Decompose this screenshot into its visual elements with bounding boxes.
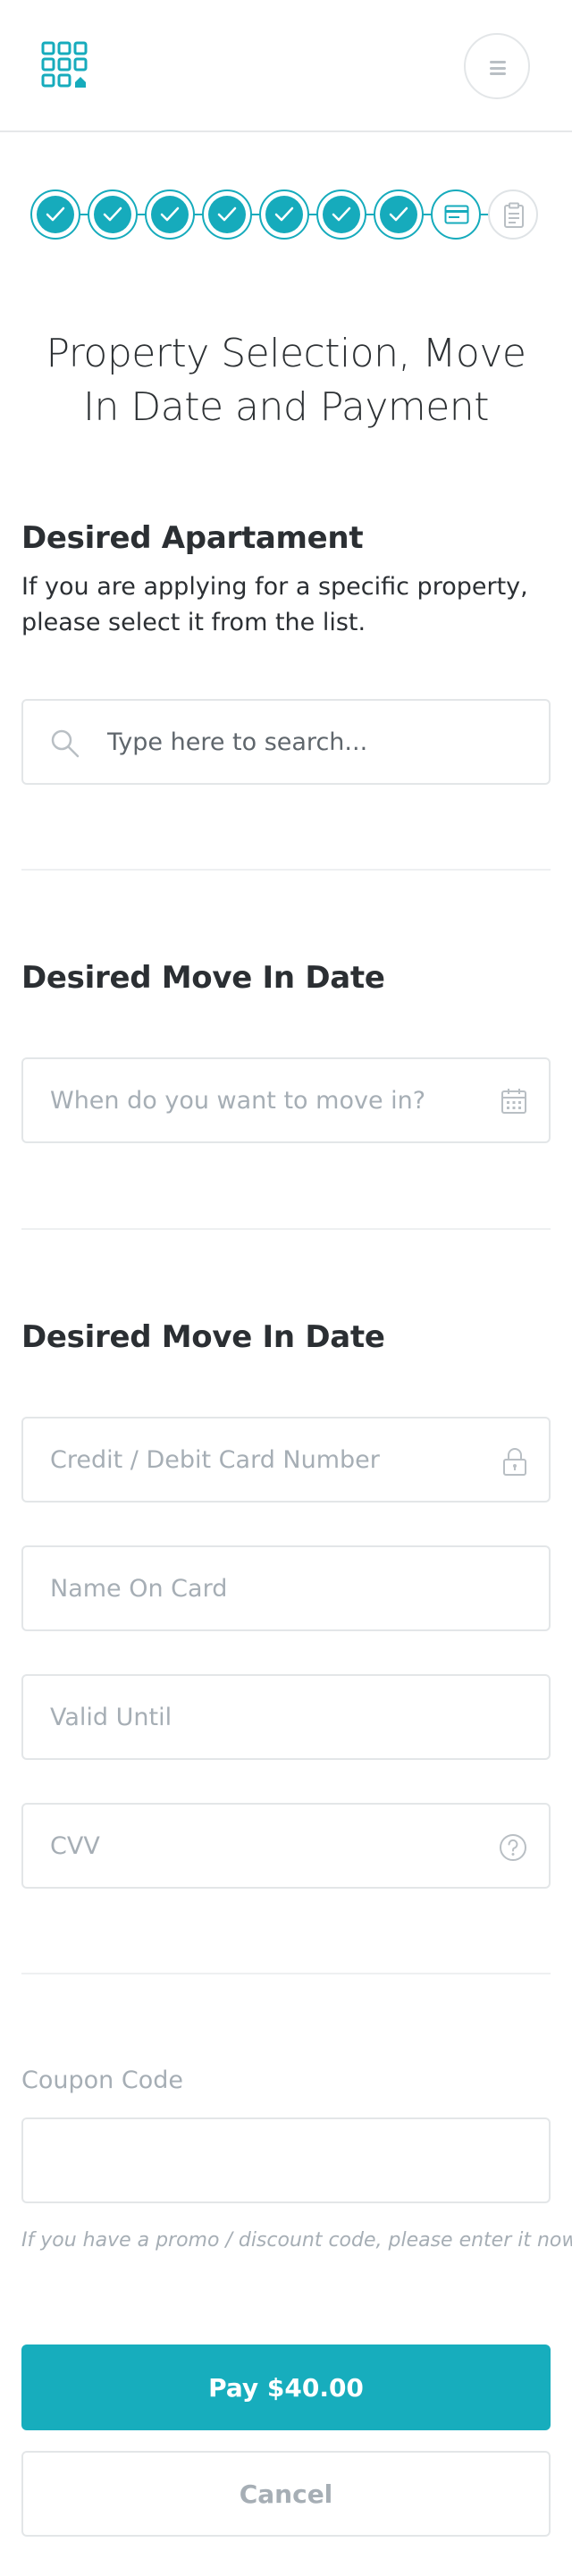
- step-4-completed[interactable]: [202, 189, 252, 240]
- lock-icon: [503, 1448, 526, 1476]
- name-on-card-input[interactable]: [50, 1547, 479, 1629]
- step-9-pending[interactable]: [488, 189, 538, 240]
- coupon-field: [21, 2117, 551, 2203]
- move-in-heading: Desired Move In Date: [21, 960, 385, 996]
- property-search-input[interactable]: [107, 701, 536, 783]
- page-title: Property Selection, Move In Date and Pay…: [46, 331, 526, 430]
- clipboard-icon: [504, 202, 524, 228]
- check-icon: [160, 206, 180, 222]
- search-icon: [51, 729, 80, 758]
- valid-until-input[interactable]: [50, 1676, 479, 1758]
- calendar-icon[interactable]: [500, 1088, 527, 1115]
- name-on-card-field: [21, 1545, 551, 1631]
- step-7-completed[interactable]: [374, 189, 424, 240]
- coupon-input[interactable]: [50, 2119, 479, 2201]
- card-number-field: [21, 1417, 551, 1503]
- pay-button[interactable]: Pay $40.00: [21, 2344, 551, 2430]
- valid-until-field: [21, 1674, 551, 1760]
- cancel-button[interactable]: Cancel: [21, 2451, 551, 2537]
- apartment-heading: Desired Apartament: [21, 520, 364, 556]
- check-icon: [274, 206, 294, 222]
- coupon-label: Coupon Code: [21, 2067, 183, 2094]
- hamburger-icon: [490, 61, 506, 75]
- check-icon: [332, 206, 351, 222]
- step-8-current[interactable]: [431, 189, 481, 240]
- app-header: [0, 0, 572, 132]
- step-3-completed[interactable]: [145, 189, 195, 240]
- coupon-help-text: If you have a promo / discount code, ple…: [21, 2229, 572, 2252]
- cvv-input[interactable]: [50, 1805, 479, 1887]
- step-2-completed[interactable]: [88, 189, 138, 240]
- step-1-completed[interactable]: [30, 189, 80, 240]
- step-6-completed[interactable]: [316, 189, 366, 240]
- move-in-date-input[interactable]: [50, 1059, 479, 1141]
- payment-heading: Desired Move In Date: [21, 1319, 385, 1355]
- menu-button[interactable]: [464, 33, 530, 99]
- credit-card-icon: [444, 205, 469, 224]
- section-divider: [21, 1228, 551, 1230]
- card-number-input[interactable]: [50, 1418, 479, 1501]
- section-divider: [21, 869, 551, 871]
- cvv-field: [21, 1803, 551, 1889]
- move-in-date-field: [21, 1057, 551, 1143]
- help-icon[interactable]: [499, 1833, 527, 1862]
- apartment-description: If you are applying for a specific prope…: [21, 573, 528, 636]
- check-icon: [217, 206, 237, 222]
- check-icon: [46, 206, 65, 222]
- keypad-home-logo-icon[interactable]: [41, 41, 89, 89]
- property-search-field: [21, 699, 551, 785]
- section-divider: [21, 1973, 551, 1974]
- check-icon: [103, 206, 122, 222]
- progress-stepper: [30, 189, 542, 240]
- step-5-completed[interactable]: [259, 189, 309, 240]
- check-icon: [389, 206, 408, 222]
